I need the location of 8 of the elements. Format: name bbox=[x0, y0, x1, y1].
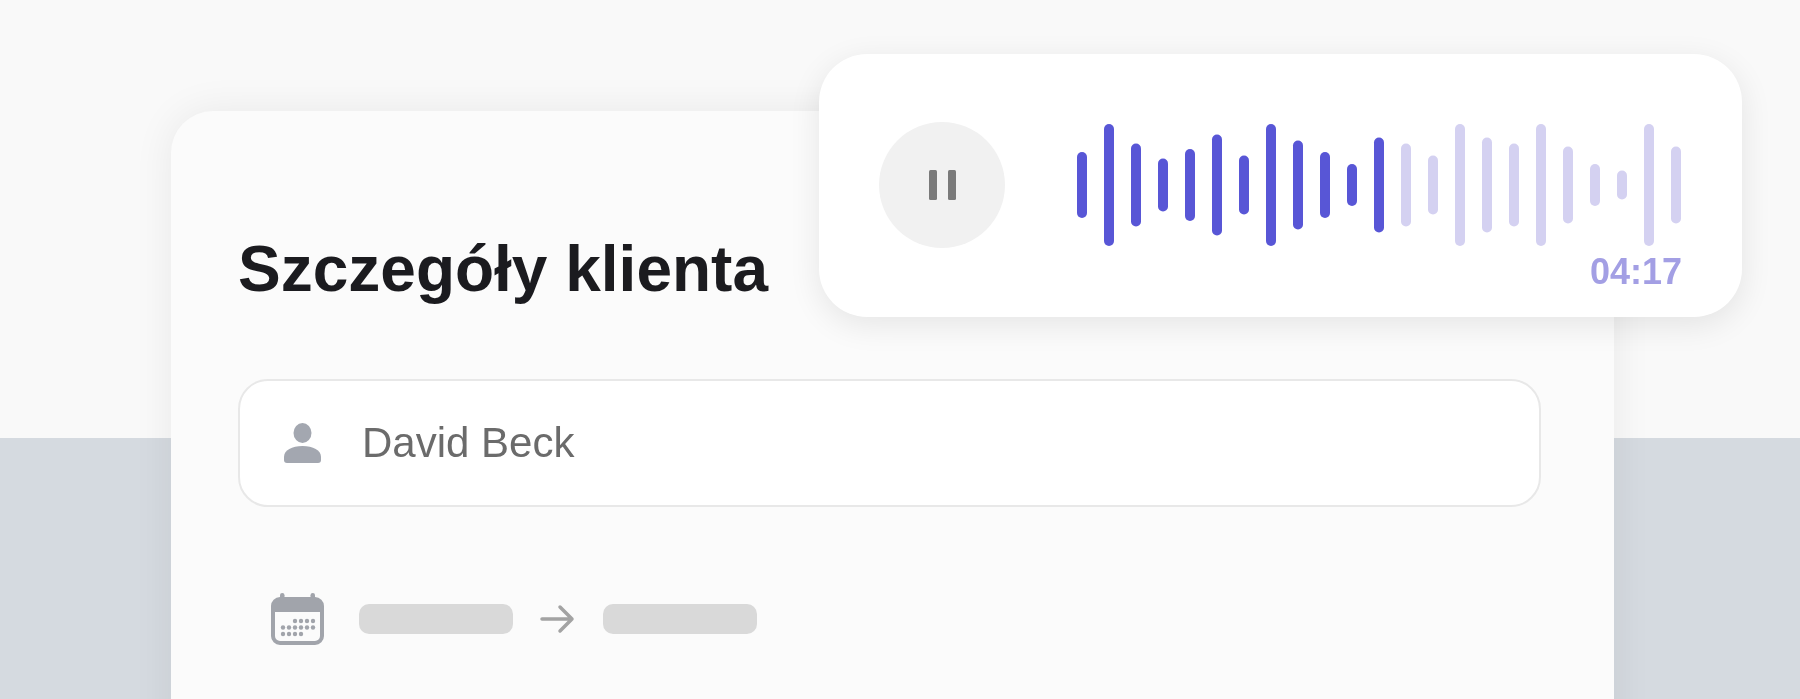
person-icon bbox=[281, 423, 324, 463]
pause-icon bbox=[928, 170, 956, 200]
card-title: Szczegóły klienta bbox=[238, 232, 768, 306]
customer-name-field[interactable]: David Beck bbox=[238, 379, 1541, 507]
calendar-icon bbox=[270, 593, 325, 645]
playback-time: 04:17 bbox=[1589, 252, 1682, 292]
arrow-right-icon bbox=[540, 604, 575, 634]
waveform-scrubber[interactable] bbox=[1077, 124, 1682, 246]
